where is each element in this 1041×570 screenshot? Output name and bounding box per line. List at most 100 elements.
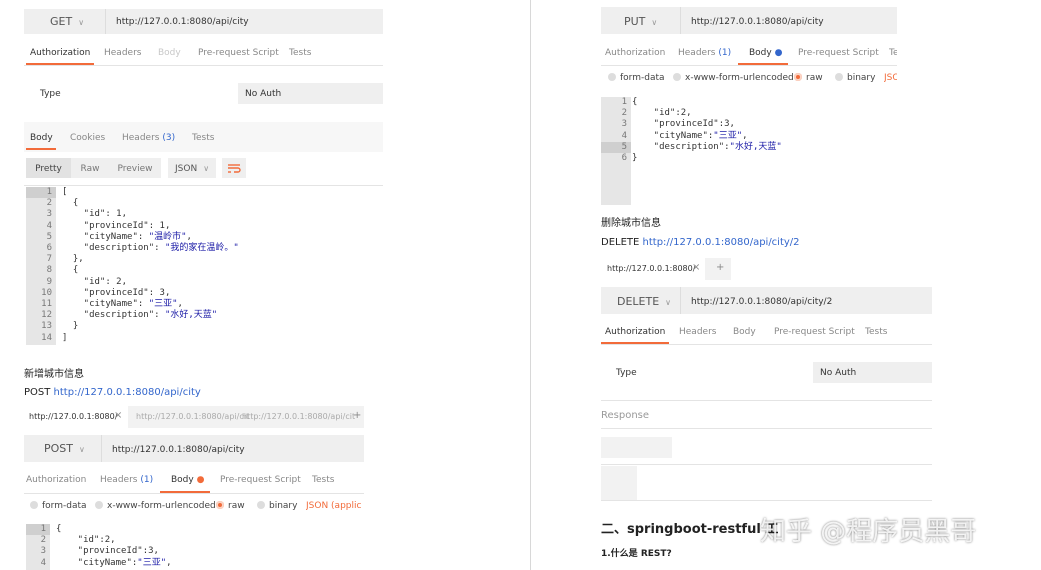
tab-authorization[interactable]: Authorization <box>605 48 665 58</box>
tab-headers[interactable]: Headers <box>104 48 141 58</box>
tab-headers[interactable]: Headers <box>679 327 716 337</box>
divider <box>24 185 383 186</box>
response-label: Response <box>601 410 650 421</box>
code-line: } <box>62 321 79 332</box>
get-url-input[interactable]: http://127.0.0.1:8080/api/city <box>116 17 249 27</box>
code-line: "description": "我的家在温岭。" <box>62 243 239 254</box>
line-number: 4 <box>46 220 52 231</box>
code-line: "cityName":"三亚", <box>632 130 748 141</box>
request-body-code: { "id":2, "provinceId":3, "cityName":"三亚… <box>632 97 782 164</box>
plus-icon[interactable]: + <box>716 262 724 273</box>
tab-authorization[interactable]: Authorization <box>26 475 86 485</box>
tab-body[interactable]: Body <box>733 327 756 337</box>
post-link[interactable]: http://127.0.0.1:8080/api/city <box>54 387 201 398</box>
tab-tests[interactable]: Tests <box>865 327 887 337</box>
delete-method-select[interactable]: DELETE ∨ <box>617 295 671 308</box>
post-method-select[interactable]: POST ∨ <box>44 442 85 455</box>
tab-response-headers[interactable]: Headers (3) <box>122 133 175 143</box>
code-line: "id": 1, <box>62 209 128 220</box>
content-type-select[interactable]: JSON (applicat <box>306 501 362 511</box>
pretty-button[interactable]: Pretty <box>26 164 71 174</box>
tab-authorization[interactable]: Authorization <box>30 48 90 58</box>
line-number: 5 <box>601 141 631 154</box>
divider <box>601 500 932 501</box>
code-line: "provinceId":3, <box>56 546 159 557</box>
divider <box>601 65 897 66</box>
radio-binary[interactable]: binary <box>835 73 875 83</box>
tab-pre-request-script[interactable]: Pre-request Script <box>774 327 855 337</box>
tab-tests[interactable]: Te <box>889 48 897 58</box>
line-number: 1 <box>26 524 50 536</box>
tab-pre-request-script[interactable]: Pre-request Script <box>798 48 879 58</box>
radio-icon <box>257 501 265 509</box>
post-url-input[interactable]: http://127.0.0.1:8080/api/city <box>112 445 245 455</box>
raw-button[interactable]: Raw <box>71 164 109 174</box>
divider <box>105 9 106 34</box>
radio-raw[interactable]: raw <box>216 501 245 511</box>
request-tab-label[interactable]: http://127.0.0.1:8080/api/cit <box>242 412 355 421</box>
put-method-select[interactable]: PUT ∨ <box>624 15 657 28</box>
line-number: 9 <box>46 276 52 287</box>
radio-urlencoded[interactable]: x-www-form-urlencoded <box>95 501 216 511</box>
radio-selected-icon <box>794 73 802 81</box>
tab-body[interactable]: Body <box>158 48 181 58</box>
line-number: 2 <box>40 535 46 546</box>
radio-icon <box>608 73 616 81</box>
tab-authorization[interactable]: Authorization <box>605 327 665 337</box>
line-number-gutter: 1234 <box>26 524 50 570</box>
code-line: "id":2, <box>632 108 692 119</box>
radio-icon <box>835 73 843 81</box>
delete-link[interactable]: http://127.0.0.1:8080/api/city/2 <box>643 237 800 248</box>
tab-body[interactable]: Body ● <box>749 48 782 58</box>
code-line: ] <box>62 332 68 343</box>
post-line: POST http://127.0.0.1:8080/api/city <box>24 387 201 398</box>
divider <box>101 435 102 462</box>
tab-cookies[interactable]: Cookies <box>70 133 105 143</box>
chevron-down-icon: ∨ <box>203 164 210 173</box>
tab-response-body[interactable]: Body <box>30 133 53 143</box>
delete-url-input[interactable]: http://127.0.0.1:8080/api/city/2 <box>691 297 832 307</box>
line-number: 4 <box>40 557 46 568</box>
page-divider <box>530 0 531 570</box>
line-number: 10 <box>41 287 52 298</box>
code-line: "cityName": "三亚", <box>62 299 183 310</box>
line-number: 6 <box>621 153 627 164</box>
radio-binary[interactable]: binary <box>257 501 297 511</box>
response-placeholder <box>601 466 637 500</box>
tab-headers[interactable]: Headers (1) <box>100 475 153 485</box>
tab-body[interactable]: Body ● <box>171 475 204 485</box>
code-line: { <box>56 524 62 534</box>
tab-response-tests[interactable]: Tests <box>192 133 214 143</box>
tab-tests[interactable]: Tests <box>289 48 311 58</box>
radio-form-data[interactable]: form-data <box>608 73 665 83</box>
put-url-input[interactable]: http://127.0.0.1:8080/api/city <box>691 17 824 27</box>
tab-tests[interactable]: Tests <box>312 475 334 485</box>
request-tab-label[interactable]: http://127.0.0.1:8080/api/cit <box>136 412 249 421</box>
preview-button[interactable]: Preview <box>109 164 161 174</box>
close-icon[interactable]: × <box>114 410 122 421</box>
radio-urlencoded[interactable]: x-www-form-urlencoded <box>673 73 794 83</box>
tab-headers[interactable]: Headers (1) <box>678 48 731 58</box>
plus-icon[interactable]: + <box>353 410 361 421</box>
close-icon[interactable]: × <box>692 262 700 273</box>
line-number: 2 <box>621 108 627 119</box>
radio-form-data[interactable]: form-data <box>30 501 87 511</box>
get-method-select[interactable]: GET ∨ <box>50 15 84 28</box>
tab-pre-request-script[interactable]: Pre-request Script <box>220 475 301 485</box>
divider <box>601 400 932 401</box>
divider <box>24 493 364 494</box>
request-tab-label: http://127.0.0.1:8080/ <box>29 412 118 421</box>
line-number: 12 <box>41 310 52 321</box>
content-type-select[interactable]: JSO <box>884 73 897 83</box>
wrap-lines-icon[interactable] <box>222 158 246 178</box>
line-number: 1 <box>26 187 56 199</box>
divider <box>601 464 932 465</box>
code-line: { <box>632 97 638 107</box>
code-line: "provinceId": 3, <box>62 287 171 298</box>
request-tab-label: http://127.0.0.1:8080/ <box>607 264 696 273</box>
line-number: 13 <box>41 321 52 332</box>
line-number: 3 <box>46 209 52 220</box>
radio-raw[interactable]: raw <box>794 73 823 83</box>
tab-pre-request-script[interactable]: Pre-request Script <box>198 48 279 58</box>
code-line: "description": "水好,天蓝" <box>62 310 218 321</box>
